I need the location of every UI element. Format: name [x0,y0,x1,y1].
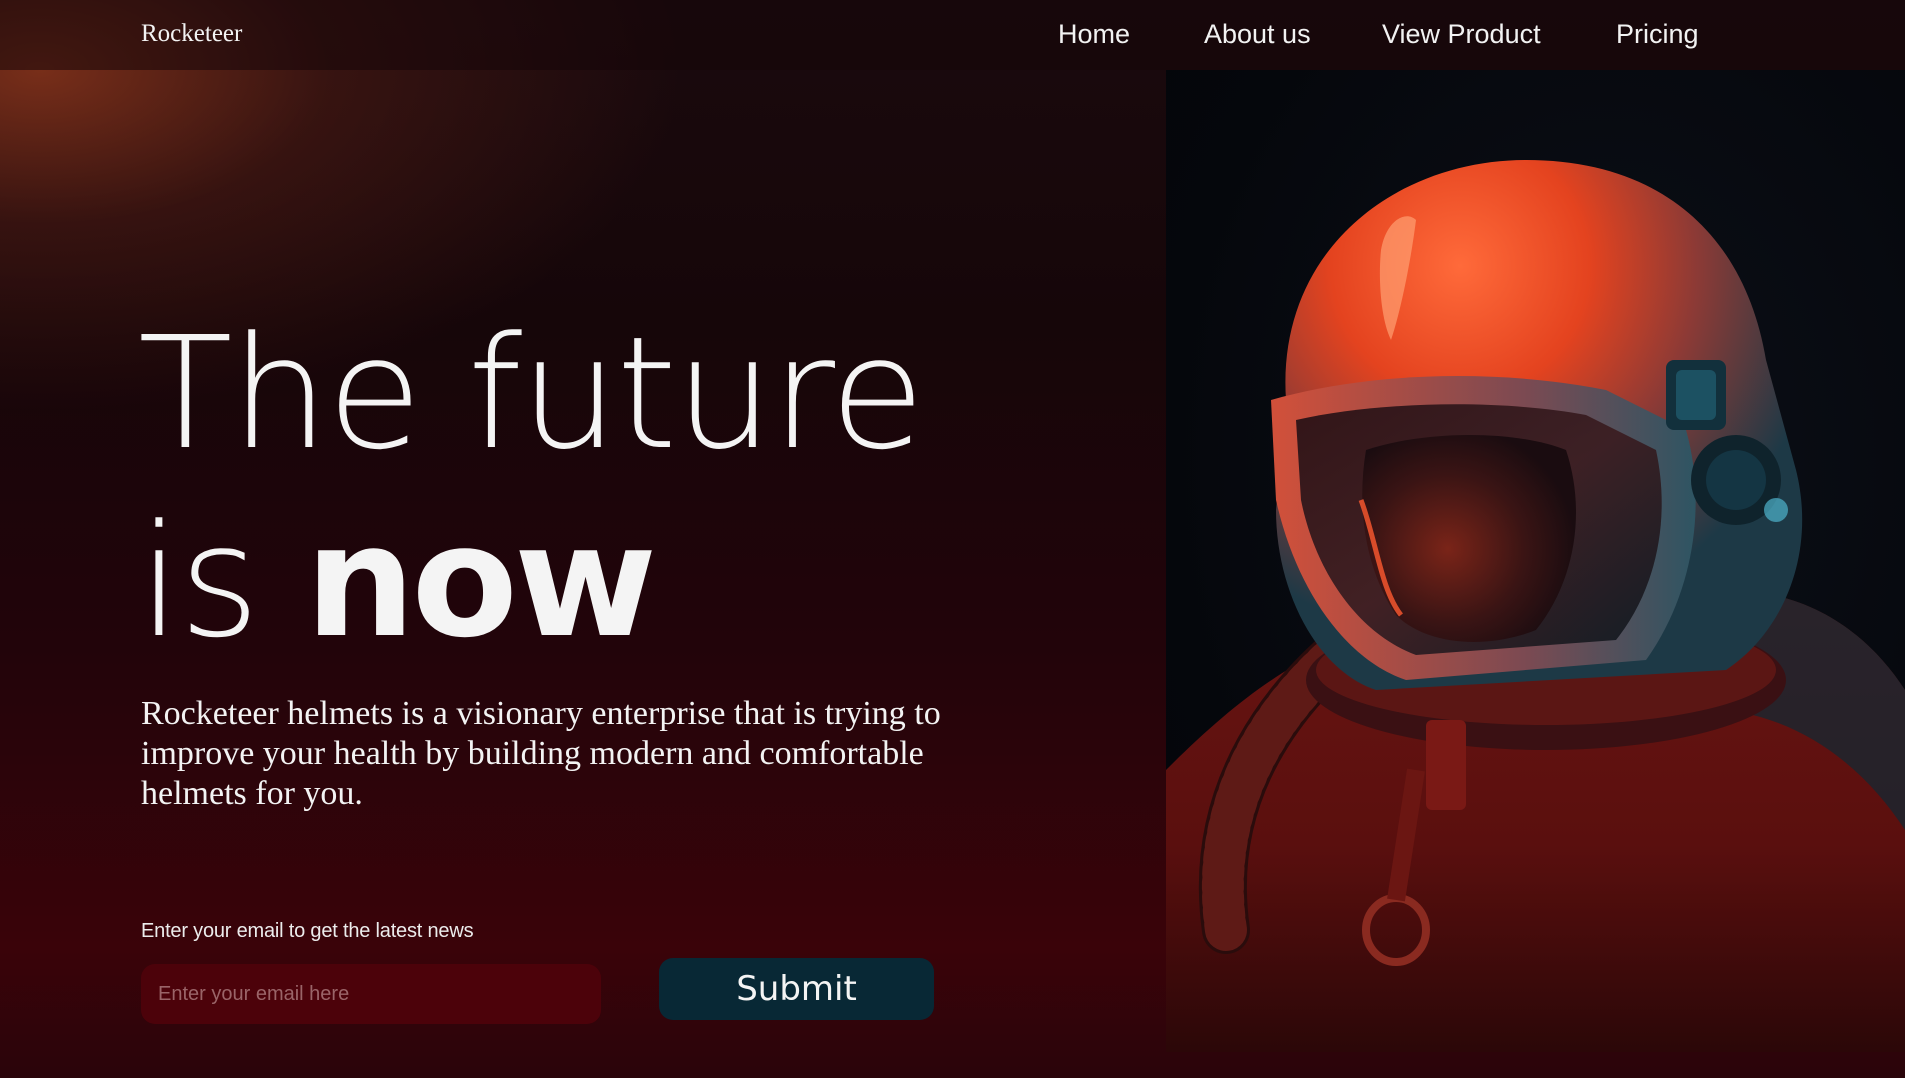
hero-headline-is: is [138,491,260,672]
nav-link-home[interactable]: Home [1058,19,1130,50]
hero-headline: The future is now [138,300,1038,676]
nav-link-about[interactable]: About us [1204,19,1311,50]
brand-logo[interactable]: Rocketeer [141,20,242,48]
hero-headline-now: now [305,491,657,672]
email-label: Enter your email to get the latest news [141,920,474,942]
nav-link-view-product[interactable]: View Product [1382,19,1541,50]
hero-headline-line2: is now [138,488,1038,676]
nav-link-pricing[interactable]: Pricing [1616,19,1699,50]
hero-headline-line1: The future [138,303,925,484]
face [1362,435,1576,642]
top-navbar: Rocketeer Home About us View Product Pri… [0,0,1905,70]
email-input[interactable] [141,964,601,1024]
astronaut-helmet-image [1166,70,1905,1052]
hero-description: Rocketeer helmets is a visionary enterpr… [141,695,941,812]
submit-button[interactable]: Submit [659,958,934,1020]
